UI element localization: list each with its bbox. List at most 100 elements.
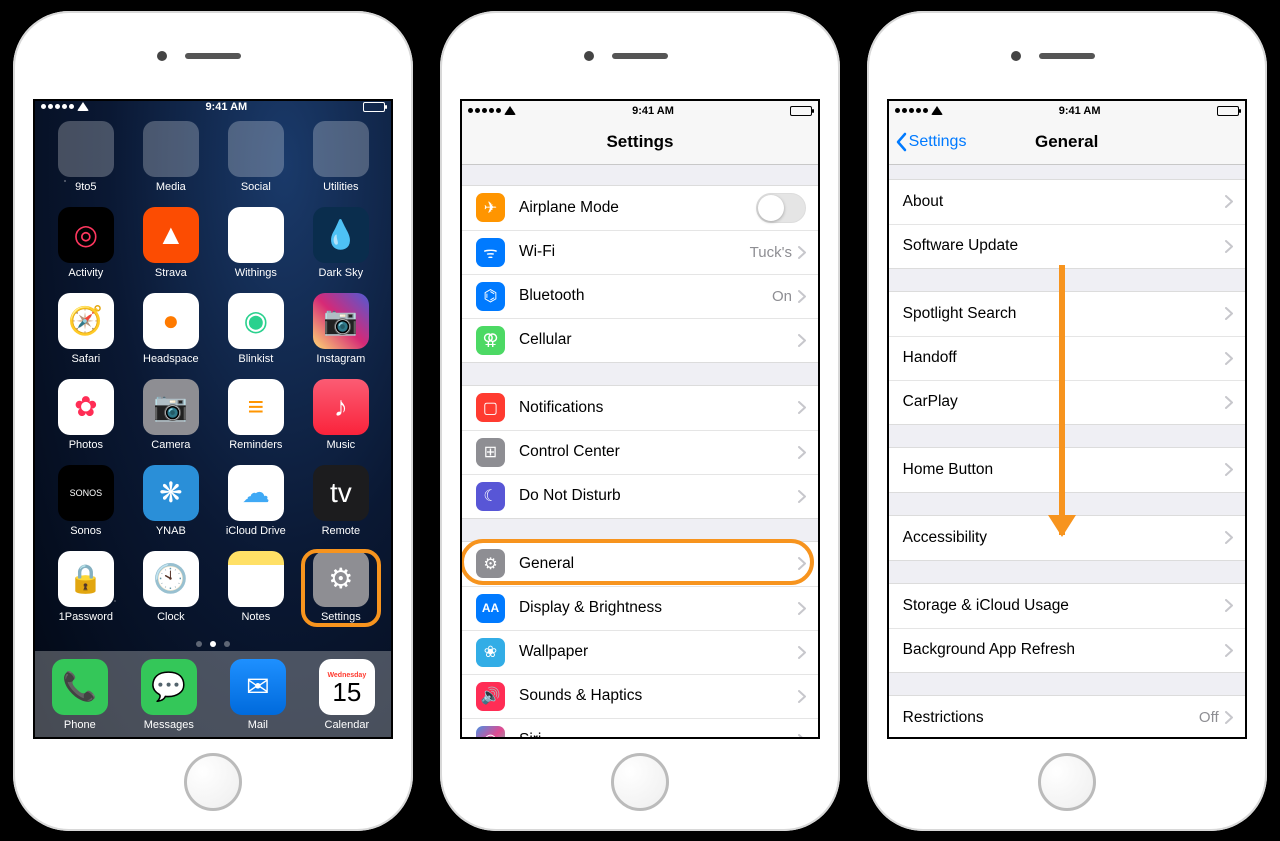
signal-icon	[468, 108, 501, 113]
app-instagram[interactable]: 📷Instagram	[303, 293, 379, 365]
app-social[interactable]: Social	[218, 121, 294, 193]
app-headspace[interactable]: ●Headspace	[133, 293, 209, 365]
general-list[interactable]: AboutSoftware Update Spotlight Search Hand…	[889, 165, 1245, 737]
settings-list[interactable]: ✈Airplane ModeᯤWi-FiTuck's⌬BluetoothOn⚢C…	[462, 165, 818, 737]
airplane-icon: ✈	[476, 193, 505, 222]
app-label: Social	[218, 181, 294, 193]
app-reminders[interactable]: ≡Reminders	[218, 379, 294, 451]
cell-handoff[interactable]: Handoff	[889, 336, 1245, 380]
cell-do-not-disturb[interactable]: ☾Do Not Disturb	[462, 474, 818, 518]
app-phone[interactable]: 📞Phone	[42, 659, 118, 731]
app-strava[interactable]: ▲Strava	[133, 207, 209, 279]
app-icon: 📷	[313, 293, 369, 349]
cell-background-app-refresh[interactable]: Background App Refresh	[889, 628, 1245, 672]
app-1password[interactable]: 🔒1Password	[48, 551, 124, 623]
cell-storage-icloud-usage[interactable]: Storage & iCloud Usage	[889, 584, 1245, 628]
chevron-right-icon	[1225, 240, 1233, 253]
general-screen[interactable]: 9:41 AM Settings General AboutSoftware U…	[887, 99, 1247, 739]
app-utilities[interactable]: Utilities	[303, 121, 379, 193]
app-media[interactable]: Media	[133, 121, 209, 193]
app-9to5[interactable]: 9to5	[48, 121, 124, 193]
cell-display-brightness[interactable]: AADisplay & Brightness	[462, 586, 818, 630]
cell-bluetooth[interactable]: ⌬BluetoothOn	[462, 274, 818, 318]
cell-home-button[interactable]: Home Button	[889, 448, 1245, 492]
cell-sounds-haptics[interactable]: 🔊Sounds & Haptics	[462, 674, 818, 718]
cell-spotlight-search[interactable]: Spotlight Search	[889, 292, 1245, 336]
cell-restrictions[interactable]: RestrictionsOff	[889, 696, 1245, 737]
cell-detail: On	[772, 288, 792, 305]
home-screen[interactable]: 9:41 AM 9to5MediaSocialUtilities◎Activit…	[33, 99, 393, 739]
sound-icon: 🔊	[476, 682, 505, 711]
app-label: Camera	[133, 439, 209, 451]
app-label: Safari	[48, 353, 124, 365]
app-label: Messages	[131, 719, 207, 731]
cell-wi-fi[interactable]: ᯤWi-FiTuck's	[462, 230, 818, 274]
app-label: Mail	[220, 719, 296, 731]
app-icon: SONOS	[58, 465, 114, 521]
cell-label: Restrictions	[903, 709, 1199, 727]
app-notes[interactable]: Notes	[218, 551, 294, 623]
app-dark-sky[interactable]: 💧Dark Sky	[303, 207, 379, 279]
app-label: Remote	[303, 525, 379, 537]
toggle[interactable]	[756, 193, 806, 223]
cell-wallpaper[interactable]: ❀Wallpaper	[462, 630, 818, 674]
cell-accessibility[interactable]: Accessibility	[889, 516, 1245, 560]
cell-label: Spotlight Search	[903, 305, 1225, 323]
cell-label: Bluetooth	[519, 287, 772, 305]
chevron-right-icon	[798, 334, 806, 347]
settings-screen[interactable]: 9:41 AM Settings ✈Airplane ModeᯤWi-FiTuc…	[460, 99, 820, 739]
chevron-right-icon	[798, 646, 806, 659]
app-label: Media	[133, 181, 209, 193]
chevron-right-icon	[798, 602, 806, 615]
cell-control-center[interactable]: ⊞Control Center	[462, 430, 818, 474]
signal-icon	[41, 104, 74, 109]
cell-carplay[interactable]: CarPlay	[889, 380, 1245, 424]
cell-software-update[interactable]: Software Update	[889, 224, 1245, 268]
app-calendar[interactable]: Wednesday15 Calendar	[309, 659, 385, 731]
cell-label: Siri	[519, 731, 798, 737]
cell-label: Notifications	[519, 399, 798, 417]
app-messages[interactable]: 💬 Messages	[131, 659, 207, 731]
cell-label: Do Not Disturb	[519, 487, 798, 505]
back-button[interactable]: Settings	[895, 121, 967, 164]
back-label: Settings	[909, 133, 967, 151]
wifi-icon	[504, 106, 516, 115]
cell-notifications[interactable]: ▢Notifications	[462, 386, 818, 430]
cell-airplane-mode[interactable]: ✈Airplane Mode	[462, 186, 818, 230]
cell-siri[interactable]: ◉Siri	[462, 718, 818, 737]
cell-label: Cellular	[519, 331, 798, 349]
wifi-icon	[77, 102, 89, 111]
app-icon: 💬	[141, 659, 197, 715]
app-icon: tv	[313, 465, 369, 521]
cell-about[interactable]: About	[889, 180, 1245, 224]
app-mail[interactable]: ✉Mail	[220, 659, 296, 731]
app-label: Headspace	[133, 353, 209, 365]
app-ynab[interactable]: ❋YNAB	[133, 465, 209, 537]
app-photos[interactable]: ✿Photos	[48, 379, 124, 451]
app-icon: 🕙	[143, 551, 199, 607]
chevron-right-icon	[798, 734, 806, 737]
status-bar: 9:41 AM	[889, 101, 1245, 121]
app-clock[interactable]: 🕙Clock	[133, 551, 209, 623]
app-icloud-drive[interactable]: ☁iCloud Drive	[218, 465, 294, 537]
dock: 📞Phone 💬 Messages ✉Mail Wednesday15 Calendar	[35, 651, 391, 739]
app-icon: Wednesday15	[319, 659, 375, 715]
app-safari[interactable]: 🧭Safari	[48, 293, 124, 365]
app-music[interactable]: ♪Music	[303, 379, 379, 451]
app-label: Blinkist	[218, 353, 294, 365]
folder-icon	[143, 121, 199, 177]
app-activity[interactable]: ◎Activity	[48, 207, 124, 279]
app-withings[interactable]: Withings	[218, 207, 294, 279]
cell-cellular[interactable]: ⚢Cellular	[462, 318, 818, 362]
app-remote[interactable]: tv Remote	[303, 465, 379, 537]
app-label: Calendar	[309, 719, 385, 731]
app-sonos[interactable]: SONOSSonos	[48, 465, 124, 537]
app-camera[interactable]: 📷Camera	[133, 379, 209, 451]
page-dots[interactable]	[35, 637, 391, 651]
cell-label: Wallpaper	[519, 643, 798, 661]
app-blinkist[interactable]: ◉Blinkist	[218, 293, 294, 365]
cell-general[interactable]: ⚙General	[462, 542, 818, 586]
nav-title: Settings	[606, 132, 673, 152]
status-time: 9:41 AM	[1059, 105, 1101, 117]
app-settings[interactable]: ⚙Settings	[303, 551, 379, 623]
